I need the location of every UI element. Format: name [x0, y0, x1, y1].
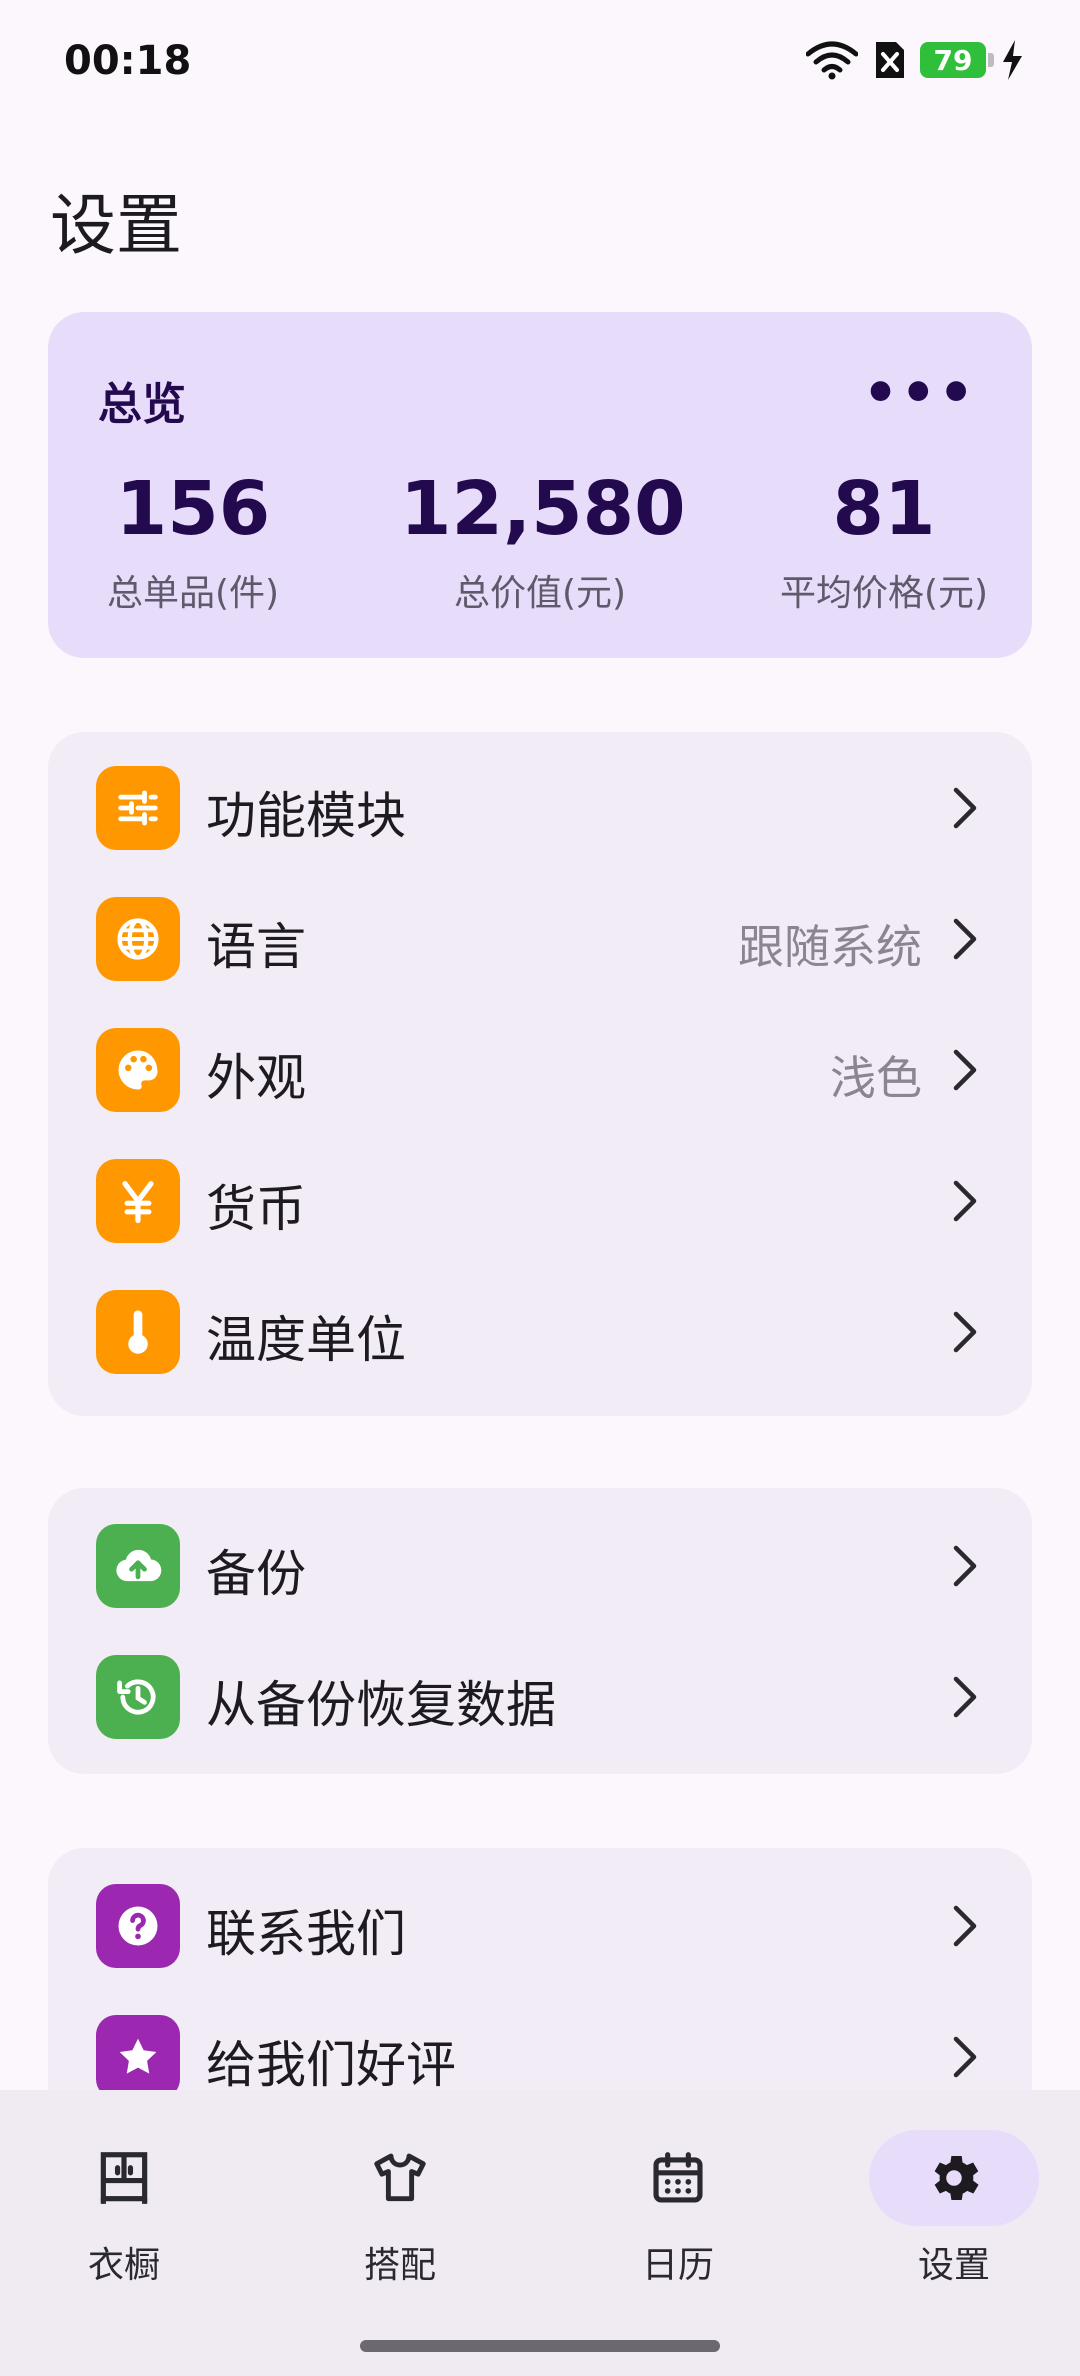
chevron-right-icon	[953, 1180, 977, 1222]
chevron-right-icon	[953, 1905, 977, 1947]
settings-item-label: 货币	[206, 1180, 306, 1238]
tune-icon	[96, 766, 180, 850]
page-title: 设置	[50, 187, 182, 264]
settings-item-temperature-unit[interactable]: 温度单位	[48, 1266, 1032, 1397]
settings-item-label: 外观	[206, 1049, 306, 1107]
nav-tab-calendar[interactable]: 日历	[578, 2130, 778, 2288]
tshirt-icon	[315, 2130, 485, 2226]
nav-label: 设置	[917, 2245, 990, 2286]
settings-item-appearance[interactable]: 外观 浅色	[48, 1004, 1032, 1135]
status-time: 00:18	[64, 38, 192, 84]
backup-settings-group: 备份 从备份恢复数据	[48, 1488, 1032, 1774]
help-icon	[96, 1884, 180, 1968]
stat-value: 12,580	[400, 466, 686, 552]
settings-item-label: 语言	[206, 918, 306, 976]
chevron-right-icon	[953, 1676, 977, 1718]
settings-item-modules[interactable]: 功能模块	[48, 742, 1032, 873]
chevron-right-icon	[953, 787, 977, 829]
nav-label: 搭配	[363, 2245, 436, 2286]
settings-item-label: 从备份恢复数据	[206, 1676, 556, 1734]
stat-value: 156	[115, 466, 271, 552]
settings-item-language[interactable]: 语言 跟随系统	[48, 873, 1032, 1004]
stat-average-price: 81 平均价格(元)	[764, 472, 1004, 616]
stat-label: 总单品(件)	[106, 573, 280, 614]
thermometer-icon	[96, 1290, 180, 1374]
nav-label: 衣橱	[87, 2245, 160, 2286]
cloud-upload-icon	[96, 1524, 180, 1608]
settings-item-contact-us[interactable]: 联系我们	[48, 1860, 1032, 1991]
nav-label: 日历	[641, 2245, 714, 2286]
stat-label: 平均价格(元)	[779, 573, 989, 614]
settings-item-value: 跟随系统	[738, 920, 922, 974]
settings-item-label: 温度单位	[206, 1311, 406, 1369]
status-bar: 00:18 79	[0, 0, 1080, 120]
nav-tab-wardrobe[interactable]: 衣橱	[24, 2130, 224, 2288]
gear-icon	[869, 2130, 1039, 2226]
yen-icon	[96, 1159, 180, 1243]
calendar-icon	[593, 2130, 763, 2226]
status-icons: 79	[806, 40, 1024, 80]
home-indicator[interactable]	[360, 2340, 720, 2352]
general-settings-group: 功能模块 语言 跟随系统 外观 浅色 货币 温度单位	[48, 732, 1032, 1416]
settings-item-label: 联系我们	[206, 1905, 406, 1963]
nav-tab-settings[interactable]: 设置	[854, 2130, 1054, 2288]
stat-label: 总价值(元)	[453, 573, 627, 614]
stat-total-value: 12,580 总价值(元)	[400, 466, 686, 616]
restore-icon	[96, 1655, 180, 1739]
settings-item-label: 备份	[206, 1545, 306, 1603]
settings-item-restore[interactable]: 从备份恢复数据	[48, 1631, 1032, 1762]
chevron-right-icon	[953, 1545, 977, 1587]
settings-screen: 00:18 79 设置 总览 ••• 156 总单品(件) 12,580 总价值…	[0, 0, 1080, 2376]
stat-total-items: 156 总单品(件)	[88, 472, 298, 616]
palette-icon	[96, 1028, 180, 1112]
settings-item-label: 给我们好评	[206, 2036, 456, 2094]
wardrobe-icon	[39, 2130, 209, 2226]
overview-title: 总览	[98, 379, 186, 430]
nav-tab-outfits[interactable]: 搭配	[300, 2130, 500, 2288]
chevron-right-icon	[953, 1049, 977, 1091]
settings-item-value: 浅色	[830, 1051, 922, 1105]
chevron-right-icon	[953, 918, 977, 960]
charging-icon	[1003, 40, 1022, 80]
sim-off-icon	[876, 42, 904, 78]
stat-value: 81	[832, 466, 936, 552]
settings-item-currency[interactable]: 货币	[48, 1135, 1032, 1266]
chevron-right-icon	[953, 1311, 977, 1353]
chevron-right-icon	[953, 2036, 977, 2078]
overview-card: 总览 ••• 156 总单品(件) 12,580 总价值(元) 81 平均价格(…	[48, 312, 1032, 658]
globe-icon	[96, 897, 180, 981]
wifi-icon	[806, 41, 858, 80]
settings-item-backup[interactable]: 备份	[48, 1500, 1032, 1631]
bottom-navigation: 衣橱 搭配 日历 设置	[0, 2090, 1080, 2376]
settings-item-label: 功能模块	[206, 787, 406, 845]
battery-indicator: 79	[920, 42, 994, 78]
star-icon	[96, 2015, 180, 2099]
more-options-button[interactable]: •••	[863, 366, 976, 422]
